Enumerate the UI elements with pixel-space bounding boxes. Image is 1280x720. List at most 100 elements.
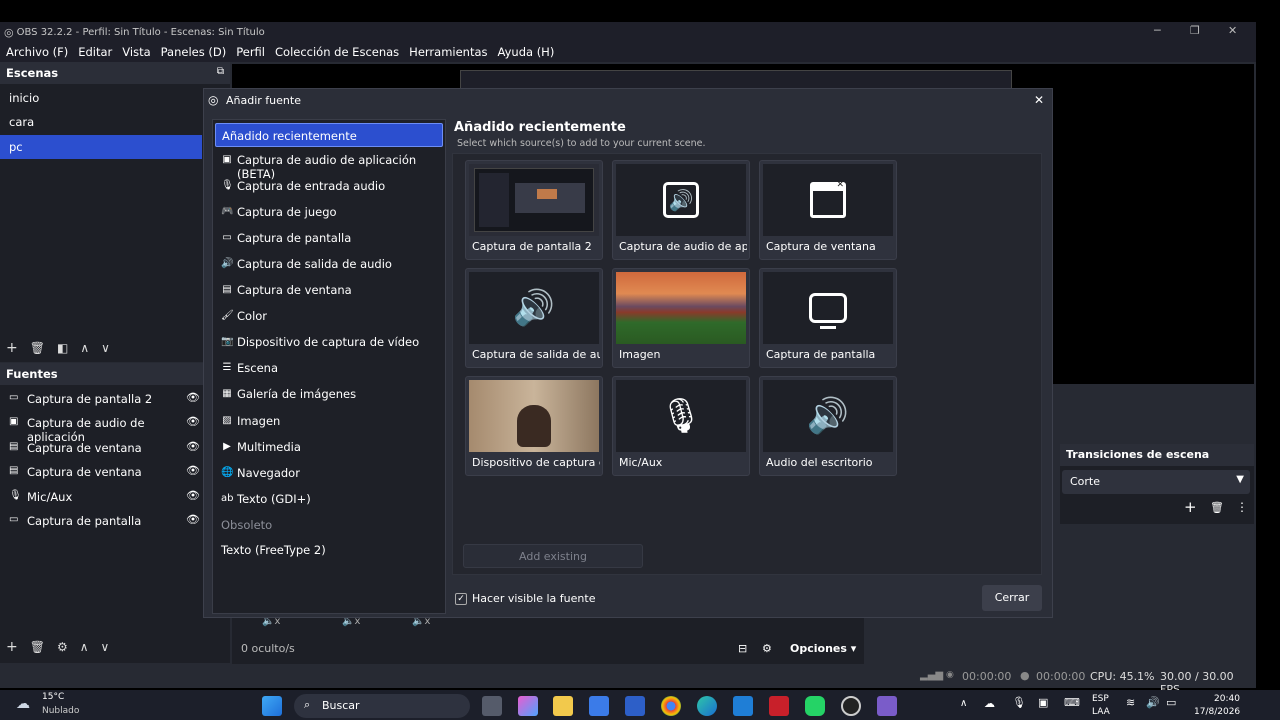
clock-date[interactable]: 17/8/2026 [1194, 707, 1240, 717]
category-item[interactable]: ▭ Captura de pantalla [215, 226, 443, 250]
microphone-icon[interactable]: 🎙 [1012, 696, 1026, 709]
category-item[interactable]: ▨ Imagen [215, 409, 443, 433]
tray-app-icon[interactable]: ▣ [1038, 696, 1048, 709]
add-transition-button[interactable]: + [1184, 498, 1197, 516]
category-item[interactable]: ▶ Multimedia [215, 435, 443, 459]
windows-start-icon[interactable] [262, 696, 282, 716]
source-card[interactable]: Captura de pantalla 2 [465, 160, 603, 260]
clock-time[interactable]: 20:40 [1214, 694, 1240, 704]
scene-item-cara[interactable]: cara [0, 110, 202, 134]
copilot-icon[interactable] [518, 696, 538, 716]
file-explorer-icon[interactable] [553, 696, 573, 716]
maximize-button[interactable]: ❐ [1190, 24, 1200, 37]
source-card[interactable]: Dispositivo de captura de vídeo [465, 376, 603, 476]
move-down-icon[interactable]: ∨ [101, 640, 110, 654]
menu-ayuda[interactable]: Ayuda (H) [498, 45, 555, 59]
category-item[interactable]: 🖌 Color [215, 304, 443, 328]
source-card[interactable]: 🔊 Captura de audio de aplicación [612, 160, 750, 260]
mcafee-icon[interactable] [769, 696, 789, 716]
minimize-button[interactable]: ─ [1154, 24, 1161, 37]
menu-perfil[interactable]: Perfil [236, 45, 265, 59]
store-icon[interactable] [589, 696, 609, 716]
eye-icon[interactable]: 👁 [186, 391, 200, 404]
checkbox-checked-icon[interactable]: ✓ [455, 592, 467, 605]
move-up-icon[interactable]: ∧ [80, 640, 89, 654]
eye-icon[interactable]: 👁 [186, 513, 200, 526]
category-item[interactable]: 🌐 Navegador [215, 461, 443, 485]
source-card[interactable]: 🔊 Captura de salida de audio [465, 268, 603, 368]
menu-archivo[interactable]: Archivo (F) [6, 45, 68, 59]
photos-icon[interactable] [877, 696, 897, 716]
app-icon[interactable] [625, 696, 645, 716]
menu-paneles[interactable]: Paneles (D) [161, 45, 227, 59]
settings-gear-icon[interactable]: ⚙ [57, 640, 68, 654]
chevron-up-icon[interactable]: ∧ [960, 698, 967, 709]
filter-icon[interactable]: ◧ [57, 341, 68, 355]
remove-transition-icon[interactable]: 🗑 [1210, 501, 1224, 514]
source-card[interactable]: Captura de pantalla [759, 268, 897, 368]
source-item[interactable]: ▤ Captura de ventana 👁 [0, 460, 202, 484]
eye-icon[interactable]: 👁 [186, 440, 200, 453]
task-view-icon[interactable] [482, 696, 502, 716]
eye-icon[interactable]: 👁 [186, 415, 200, 428]
wifi-icon[interactable]: ≋ [1126, 696, 1135, 709]
remove-scene-icon[interactable]: 🗑 [30, 341, 45, 355]
category-item[interactable]: 🎙 Captura de entrada audio [215, 174, 443, 198]
source-card[interactable]: Imagen [612, 268, 750, 368]
keyboard-icon[interactable]: ⌨ [1064, 696, 1080, 709]
mail-icon[interactable] [733, 696, 753, 716]
source-item[interactable]: ▭ Captura de pantalla 👁 [0, 509, 202, 533]
source-card[interactable]: 🎙 Mic/Aux [612, 376, 750, 476]
menu-editar[interactable]: Editar [78, 45, 112, 59]
source-item[interactable]: ▭ Captura de pantalla 2 👁 [0, 387, 202, 411]
scene-item-inicio[interactable]: inicio [0, 86, 202, 110]
whatsapp-icon[interactable] [805, 696, 825, 716]
edge-icon[interactable] [697, 696, 717, 716]
dialog-close-icon[interactable]: ✕ [1034, 93, 1044, 107]
add-scene-button[interactable]: + [6, 340, 18, 356]
transition-select[interactable]: Corte ▼ [1062, 470, 1250, 494]
onedrive-icon[interactable]: ☁ [984, 697, 995, 710]
obs-taskbar-icon[interactable] [841, 696, 861, 716]
volume-icon[interactable]: 🔊 [1146, 696, 1160, 709]
category-item[interactable]: 🎮 Captura de juego [215, 200, 443, 224]
menu-herramientas[interactable]: Herramientas [409, 45, 487, 59]
category-item[interactable]: ab Texto (GDI+) [215, 487, 443, 511]
language-layout[interactable]: LAA [1092, 707, 1110, 717]
eye-icon[interactable]: 👁 [186, 464, 200, 477]
category-item[interactable]: ▤ Captura de ventana [215, 278, 443, 302]
remove-source-icon[interactable]: 🗑 [30, 640, 45, 654]
menu-vista[interactable]: Vista [122, 45, 150, 59]
add-existing-button[interactable]: Add existing [463, 544, 643, 568]
close-dialog-button[interactable]: Cerrar [982, 585, 1042, 611]
layout-icon[interactable]: ⊟ [738, 642, 747, 655]
category-item[interactable]: Texto (FreeType 2) [215, 538, 443, 562]
close-window-button[interactable]: ✕ [1228, 24, 1237, 37]
category-item[interactable]: 🔊 Captura de salida de audio [215, 252, 443, 276]
source-item[interactable]: 🎙 Mic/Aux 👁 [0, 485, 202, 509]
eye-icon[interactable]: 👁 [186, 489, 200, 502]
scene-item-pc[interactable]: pc [0, 135, 202, 159]
undock-icon[interactable]: ⧉ [217, 66, 224, 77]
advanced-audio-gear-icon[interactable]: ⚙ [762, 642, 772, 655]
add-source-button[interactable]: + [6, 639, 18, 655]
category-item[interactable]: ☰ Escena [215, 356, 443, 380]
move-up-icon[interactable]: ∧ [80, 341, 89, 355]
category-item[interactable]: 📷 Dispositivo de captura de vídeo [215, 330, 443, 354]
visible-checkbox-row[interactable]: ✓ Hacer visible la fuente [455, 592, 595, 605]
options-menu[interactable]: Opciones ▾ [790, 642, 856, 655]
language-code[interactable]: ESP [1092, 694, 1109, 704]
category-item[interactable]: ▣ Captura de audio de aplicación (BETA) [215, 148, 443, 181]
menu-coleccion[interactable]: Colección de Escenas [275, 45, 399, 59]
category-item[interactable]: Añadido recientemente [215, 123, 443, 147]
category-item[interactable]: ▦ Galería de imágenes [215, 382, 443, 406]
source-item[interactable]: ▤ Captura de ventana 👁 [0, 436, 202, 460]
chrome-icon[interactable] [661, 696, 681, 716]
more-vertical-icon[interactable]: ⋮ [1236, 500, 1248, 514]
source-card[interactable]: ✕ Captura de ventana [759, 160, 897, 260]
source-card[interactable]: 🔊 Audio del escritorio [759, 376, 897, 476]
move-down-icon[interactable]: ∨ [101, 341, 110, 355]
battery-icon[interactable]: ▭ [1166, 696, 1176, 709]
taskbar-search[interactable]: ⌕ Buscar [294, 694, 470, 718]
source-item[interactable]: ▣ Captura de audio de aplicación 👁 [0, 411, 202, 444]
